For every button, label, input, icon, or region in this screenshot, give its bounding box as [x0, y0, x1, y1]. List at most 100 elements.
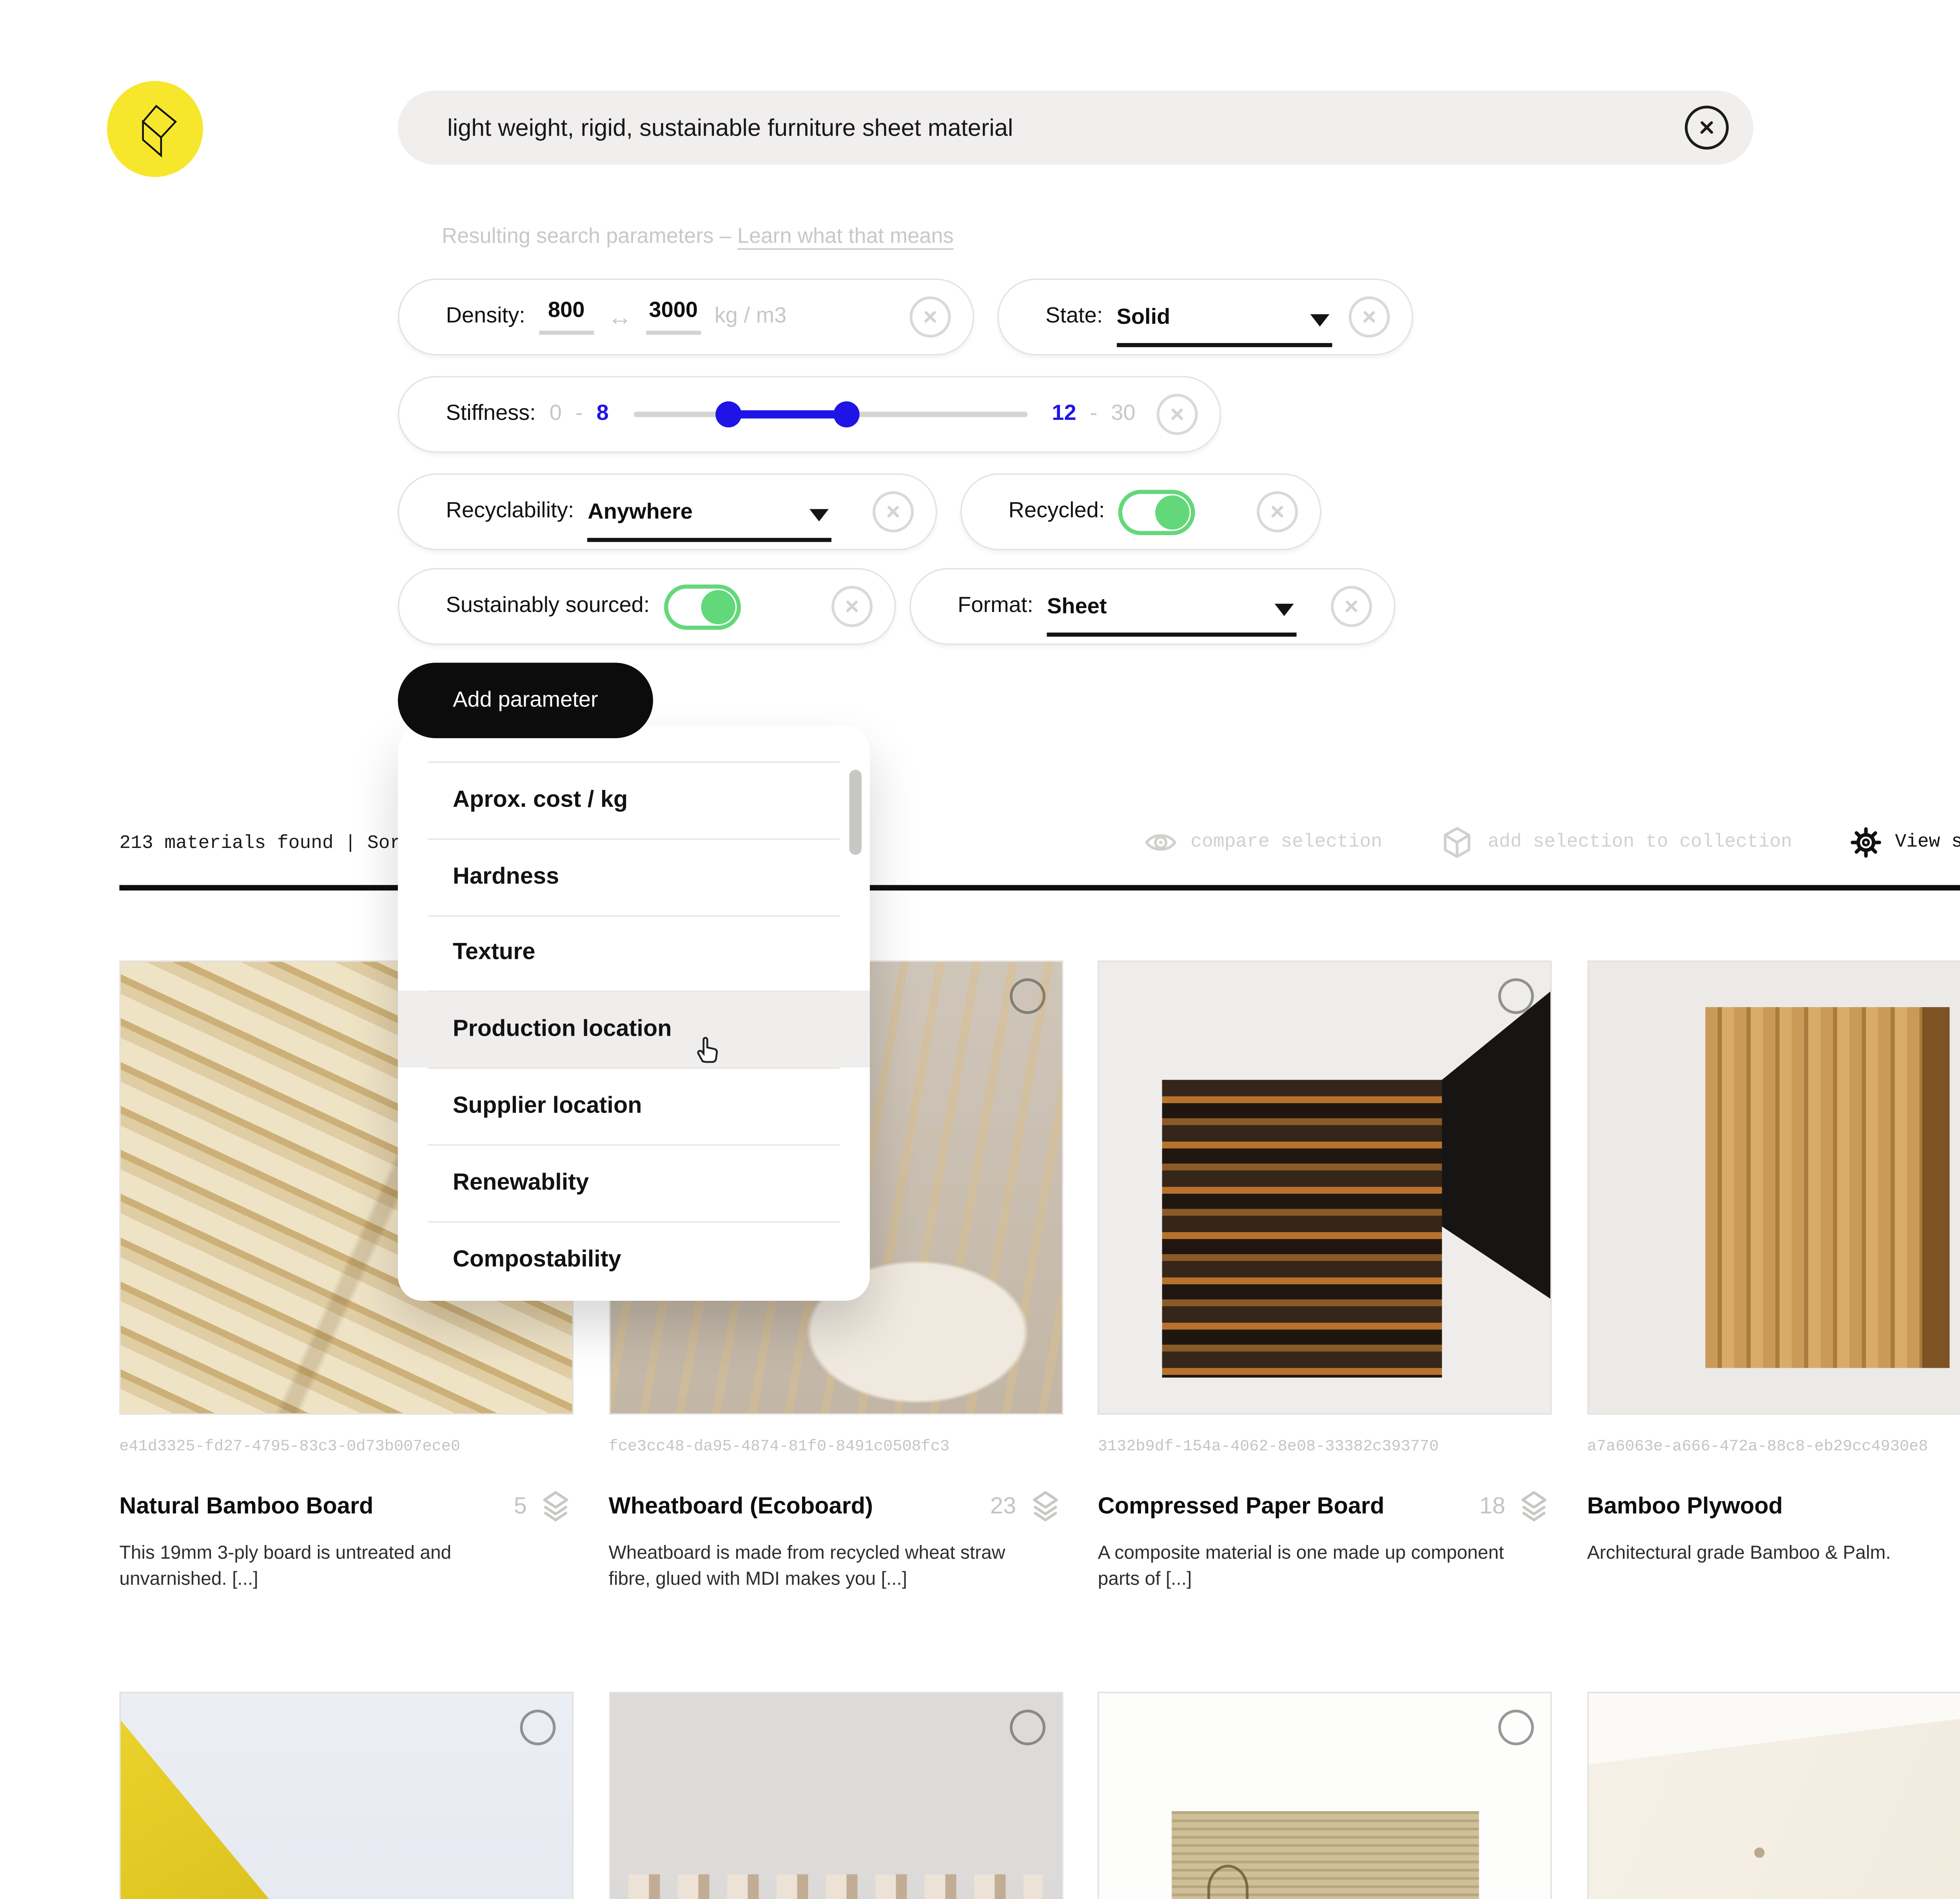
materials-grid-row2 — [120, 1692, 1960, 1899]
density-label: Density: — [446, 305, 525, 329]
recyclability-select[interactable]: Anywhere — [588, 501, 832, 542]
material-card[interactable] — [1587, 1692, 1960, 1899]
slider-handle-min[interactable] — [715, 401, 741, 428]
material-card[interactable] — [609, 1692, 1063, 1899]
dash: - — [1090, 402, 1098, 427]
material-id: e41d3325-fd27-4795-83c3-0d73b007ece0 — [120, 1438, 574, 1456]
dropdown-scrollbar[interactable] — [849, 770, 862, 855]
density-min-input[interactable]: 800 — [539, 299, 594, 335]
chevron-down-icon — [1310, 314, 1329, 327]
toggle-knob — [1156, 495, 1190, 529]
stiffness-range-max: 30 — [1111, 402, 1135, 427]
state-select[interactable]: Solid — [1116, 306, 1332, 347]
compare-selection-button[interactable]: compare selection — [1143, 825, 1382, 861]
chevron-down-icon — [810, 509, 829, 522]
decorative-shape — [1922, 1007, 1949, 1368]
layers-icon — [1027, 1489, 1063, 1525]
stiffness-slider[interactable] — [633, 412, 1027, 417]
brand-logo[interactable] — [107, 81, 203, 177]
recyclability-label: Recyclability: — [446, 499, 574, 524]
remove-density-icon[interactable] — [910, 296, 951, 338]
option-hardness[interactable]: Hardness — [398, 838, 870, 915]
toggle-knob — [701, 589, 735, 624]
material-card[interactable] — [1098, 1692, 1552, 1899]
stiffness-label: Stiffness: — [446, 402, 536, 427]
sustainably-sourced-toggle[interactable] — [663, 584, 740, 629]
filter-recycled: Recycled: — [960, 474, 1321, 550]
option-renewablity[interactable]: Renewablity — [398, 1144, 870, 1221]
select-material-circle[interactable] — [520, 1710, 556, 1745]
dash: - — [575, 402, 583, 427]
stiffness-selected-min: 8 — [597, 402, 609, 427]
remove-recyclability-icon[interactable] — [873, 491, 914, 532]
select-material-circle[interactable] — [1499, 979, 1534, 1014]
option-texture[interactable]: Texture — [398, 915, 870, 991]
decorative-shape — [1162, 1079, 1442, 1377]
search-input[interactable] — [445, 112, 1685, 143]
filter-state: State: Solid — [998, 279, 1414, 356]
add-selection-to-collection-button[interactable]: add selection to collection — [1440, 825, 1792, 861]
material-title: Bamboo Plywood — [1587, 1493, 1783, 1520]
material-title: Wheatboard (Ecoboard) — [609, 1493, 873, 1520]
option-supplier-location[interactable]: Supplier location — [398, 1068, 870, 1144]
material-description: Architectural grade Bamboo & Palm. — [1587, 1541, 1960, 1567]
slider-handle-max[interactable] — [833, 401, 859, 428]
clear-search-icon[interactable] — [1685, 106, 1729, 150]
material-image-bamboo-plywood — [1587, 960, 1960, 1415]
view-settings-button[interactable]: View settings — [1850, 826, 1960, 859]
recycled-toggle[interactable] — [1118, 489, 1195, 535]
material-image-wood-slats — [609, 1692, 1063, 1899]
select-material-circle[interactable] — [1499, 1710, 1534, 1745]
slider-range-fill — [728, 410, 846, 418]
material-image-ecor-panel — [1098, 1692, 1552, 1899]
option-production-location[interactable]: Production location — [398, 991, 870, 1068]
material-id: fce3cc48-da95-4874-81f0-8491c0508fc3 — [609, 1438, 1063, 1456]
stiffness-selected-max: 12 — [1052, 402, 1076, 427]
option-compostability[interactable]: Compostability — [398, 1221, 870, 1297]
material-card[interactable]: a7a6063e-a666-472a-88c8-eb29cc4930e8 Bam… — [1587, 960, 1960, 1593]
learn-more-link[interactable]: Learn what that means — [737, 225, 954, 249]
state-value: Solid — [1116, 306, 1170, 331]
remove-sustainably-sourced-icon[interactable] — [831, 586, 873, 627]
search-parameters-hint: Resulting search parameters – Learn what… — [442, 225, 954, 250]
material-card[interactable]: 3132b9df-154a-4062-8e08-33382c393770 Com… — [1098, 960, 1552, 1593]
filter-recyclability: Recyclability: Anywhere — [398, 474, 937, 550]
add-parameter-button[interactable]: Add parameter — [398, 663, 653, 739]
option-aprox-cost[interactable]: Aprox. cost / kg — [398, 762, 870, 838]
recycled-label: Recycled: — [1009, 499, 1105, 524]
material-image-plywood-sheet — [1587, 1692, 1960, 1899]
material-image-compressed-paper-board — [1098, 960, 1552, 1415]
format-label: Format: — [958, 594, 1033, 619]
view-settings-label: View settings — [1895, 832, 1960, 853]
add-selection-label: add selection to collection — [1488, 832, 1792, 853]
results-toolbar: compare selection add selection to colle… — [1143, 825, 1960, 861]
material-count: 18 — [1479, 1493, 1505, 1520]
density-unit: kg / m3 — [715, 305, 787, 329]
density-max-input[interactable]: 3000 — [646, 299, 701, 335]
layers-icon — [538, 1489, 573, 1525]
remove-state-icon[interactable] — [1349, 296, 1390, 338]
material-id: a7a6063e-a666-472a-88c8-eb29cc4930e8 — [1587, 1438, 1960, 1456]
remove-format-icon[interactable] — [1331, 586, 1372, 627]
folded-sheet-logo-icon — [125, 99, 185, 159]
material-count: 23 — [990, 1493, 1016, 1520]
format-select[interactable]: Sheet — [1047, 595, 1297, 637]
select-material-circle[interactable] — [1009, 979, 1045, 1014]
box-icon — [1440, 825, 1475, 861]
state-label: State: — [1045, 305, 1103, 329]
range-arrow-icon: ↔ — [608, 303, 632, 332]
hint-text: Resulting search parameters – — [442, 225, 737, 249]
remove-stiffness-icon[interactable] — [1157, 394, 1198, 435]
material-description: Wheatboard is made from recycled wheat s… — [609, 1541, 1027, 1593]
select-material-circle[interactable] — [1009, 1710, 1045, 1745]
material-title: Natural Bamboo Board — [120, 1493, 374, 1520]
remove-recycled-icon[interactable] — [1257, 491, 1298, 532]
material-card[interactable] — [120, 1692, 574, 1899]
results-summary: 213 materials found | Sort — [120, 834, 412, 855]
filter-density: Density: 800 ↔ 3000 kg / m3 — [398, 279, 974, 356]
material-description: A composite material is one made up comp… — [1098, 1541, 1517, 1593]
filter-format: Format: Sheet — [910, 568, 1396, 645]
search-bar — [398, 91, 1753, 165]
material-title: Compressed Paper Board — [1098, 1493, 1385, 1520]
material-search-app: Resulting search parameters – Learn what… — [0, 0, 1960, 1899]
